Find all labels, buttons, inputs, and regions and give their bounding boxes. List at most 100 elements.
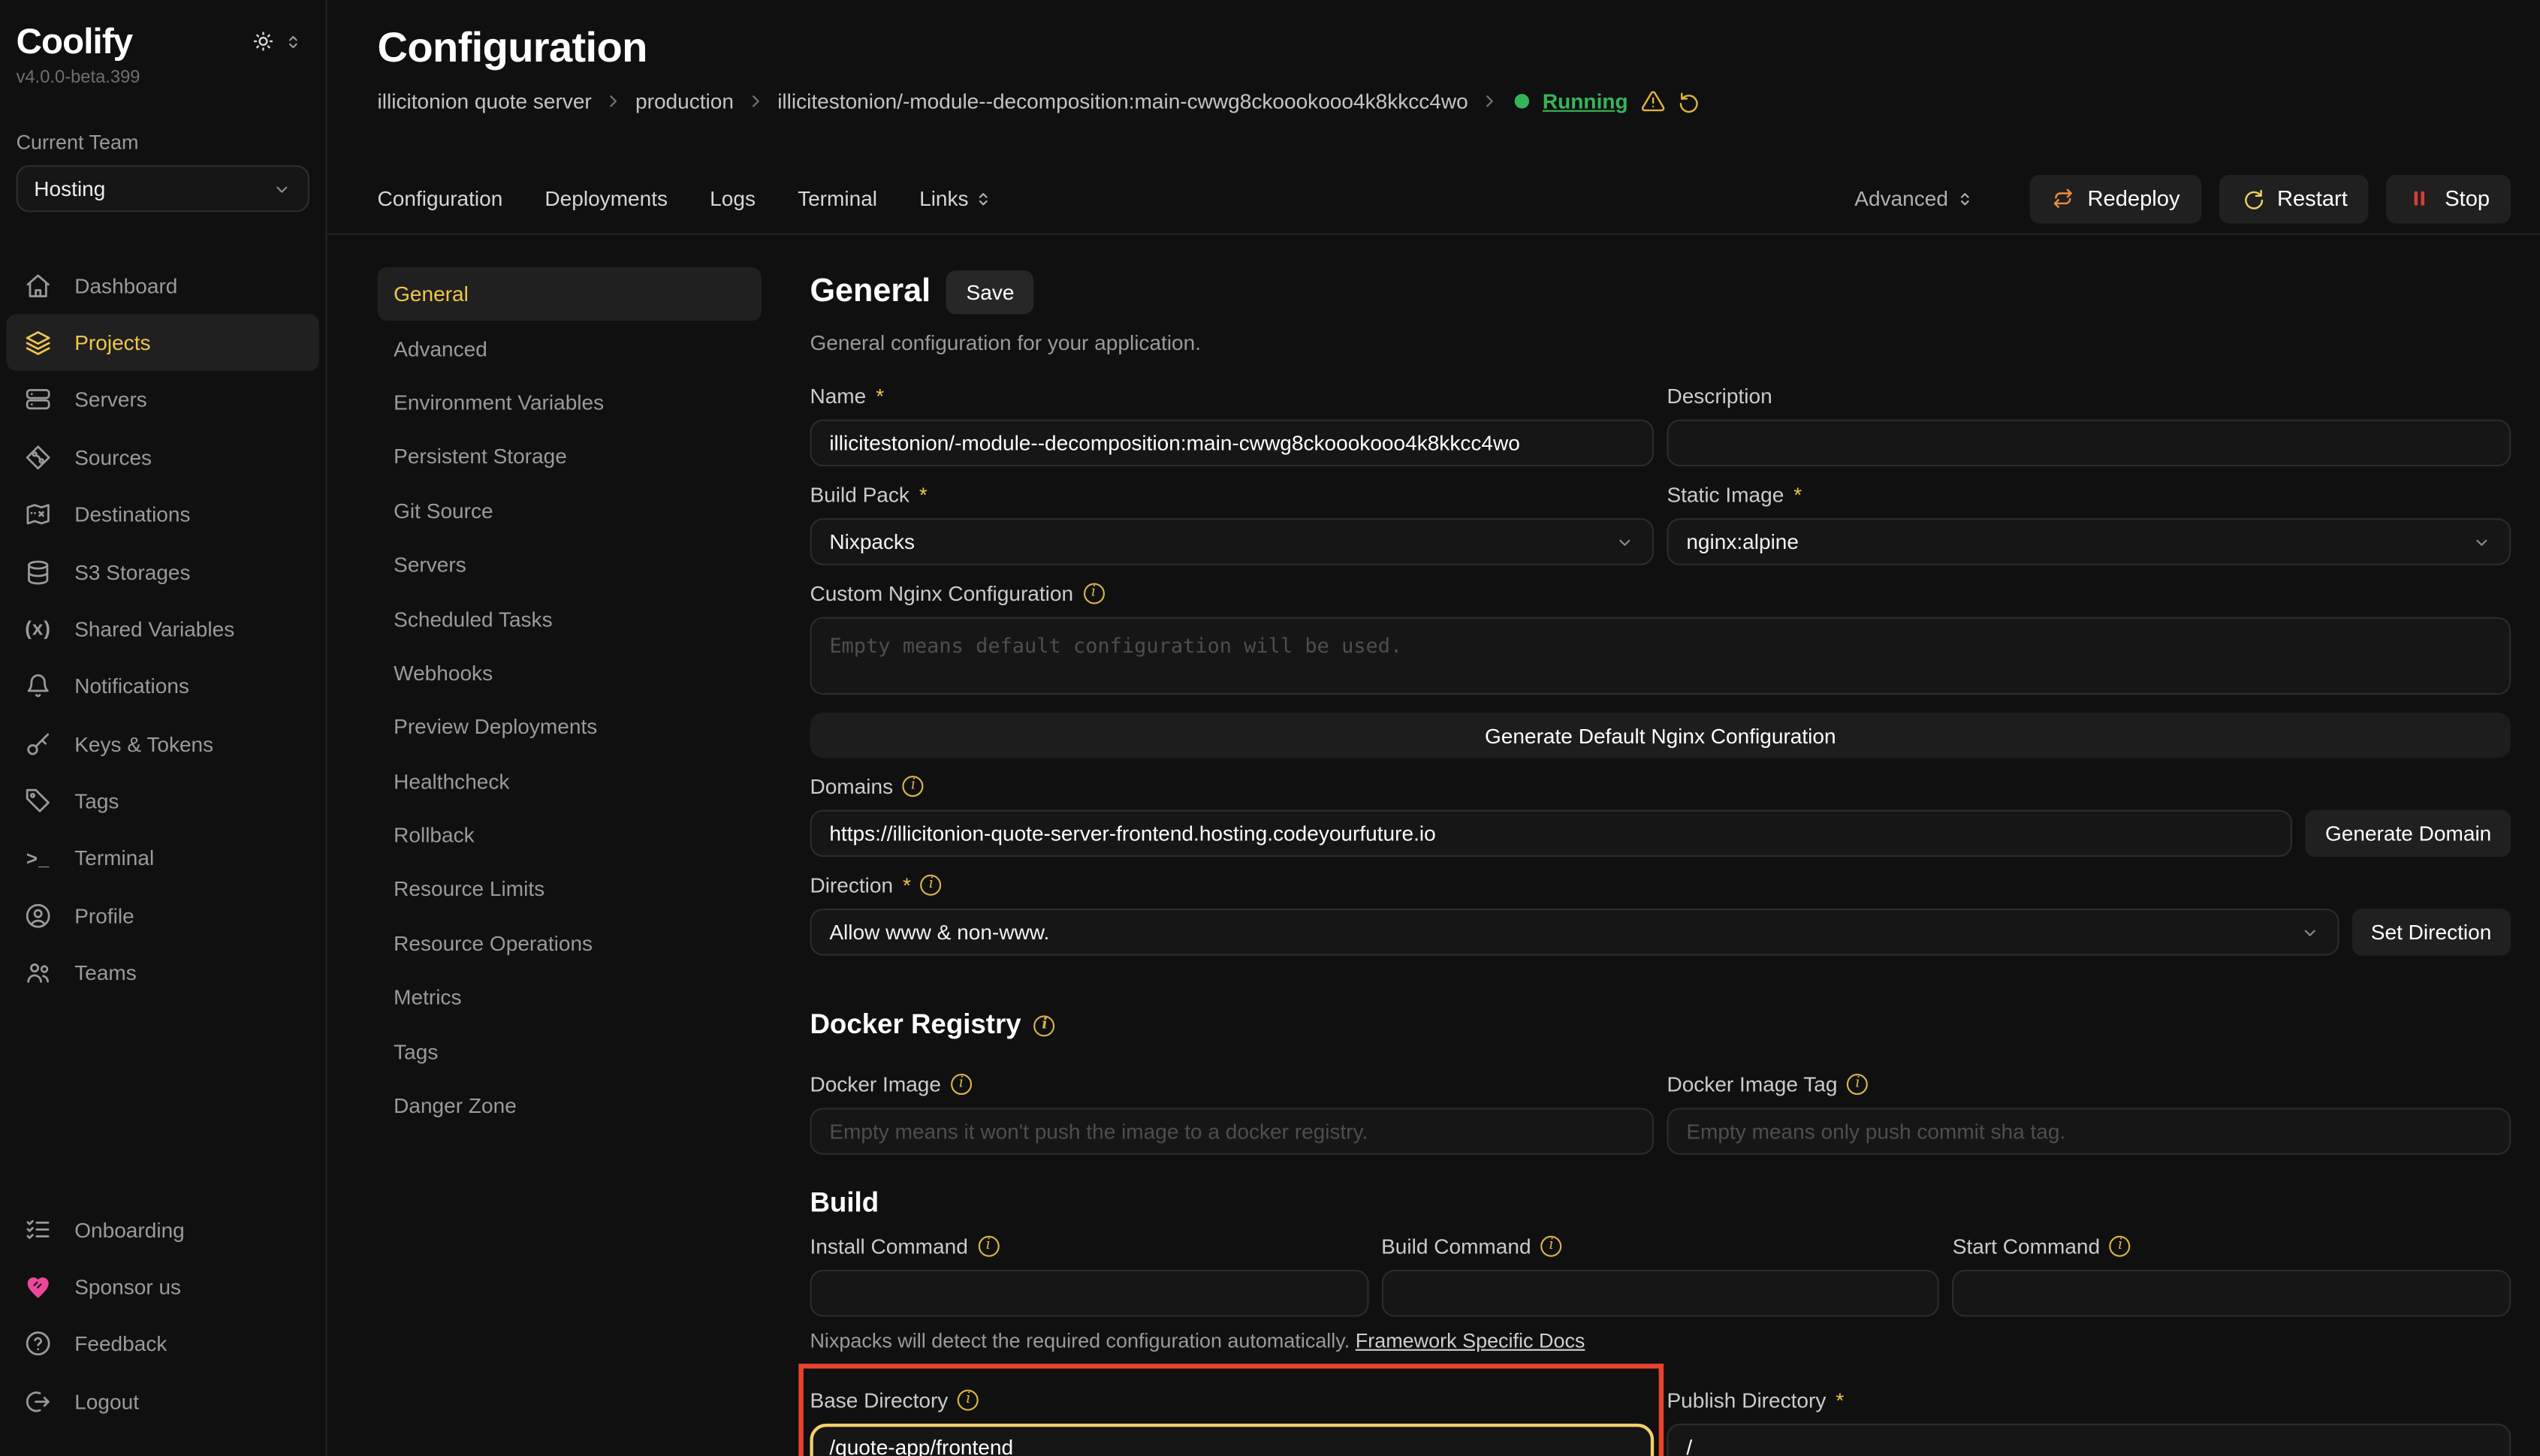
build-command-input[interactable] <box>1381 1270 1939 1317</box>
sidebar-item-dashboard[interactable]: Dashboard <box>7 257 319 314</box>
info-icon <box>1541 1236 1562 1257</box>
status-running-link[interactable]: Running <box>1543 89 1628 113</box>
base-directory-label: Base Directory <box>810 1388 948 1412</box>
subnav-item-label: General <box>394 282 469 306</box>
subnav-item-general[interactable]: General <box>378 267 762 321</box>
sidebar-item-notifications[interactable]: Notifications <box>7 658 319 715</box>
sidebar-item-keys-tokens[interactable]: Keys & Tokens <box>7 715 319 772</box>
docker-image-label: Docker Image <box>810 1072 941 1096</box>
team-select[interactable]: Hosting <box>17 166 309 213</box>
advanced-label: Advanced <box>1854 186 1948 210</box>
subnav-item-preview-deployments[interactable]: Preview Deployments <box>378 700 762 754</box>
subnav-item-tags[interactable]: Tags <box>378 1024 762 1078</box>
advanced-menu[interactable]: Advanced <box>1854 186 1974 210</box>
subnav-item-danger-zone[interactable]: Danger Zone <box>378 1078 762 1132</box>
start-command-input[interactable] <box>1953 1270 2511 1317</box>
build-pack-select[interactable]: Nixpacks <box>810 518 1654 565</box>
section-subtitle: General configuration for your applicati… <box>810 330 2511 354</box>
restart-button[interactable]: Restart <box>2219 174 2369 223</box>
subnav-item-servers[interactable]: Servers <box>378 538 762 592</box>
home-icon <box>24 271 52 299</box>
chevrons-up-down-icon <box>1955 188 1974 208</box>
subnav-item-label: Metrics <box>394 985 461 1009</box>
base-directory-input[interactable] <box>810 1424 1654 1456</box>
restart-icon <box>2240 186 2264 210</box>
subnav-item-webhooks[interactable]: Webhooks <box>378 646 762 700</box>
sidebar: Coolify v4.0.0-beta.399 Current Team Hos… <box>0 0 327 1456</box>
generate-domain-button[interactable]: Generate Domain <box>2306 809 2511 857</box>
warning-icon[interactable] <box>1641 89 1665 113</box>
theme-sun-icon[interactable] <box>251 29 275 53</box>
sidebar-item-label: Dashboard <box>74 273 177 297</box>
nginx-config-textarea[interactable] <box>810 617 2511 695</box>
sidebar-item-onboarding[interactable]: Onboarding <box>7 1201 319 1258</box>
sidebar-item-sponsor-us[interactable]: Sponsor us <box>7 1259 319 1316</box>
description-input[interactable] <box>1667 420 2511 467</box>
breadcrumb-item[interactable]: illicitonion quote server <box>378 89 592 113</box>
sidebar-item-servers[interactable]: Servers <box>7 371 319 428</box>
subnav-item-metrics[interactable]: Metrics <box>378 970 762 1024</box>
publish-directory-input[interactable] <box>1667 1424 2511 1456</box>
static-image-select[interactable]: nginx:alpine <box>1667 518 2511 565</box>
subnav-item-resource-limits[interactable]: Resource Limits <box>378 862 762 916</box>
tag-icon <box>24 787 52 815</box>
breadcrumb-item[interactable]: production <box>635 89 734 113</box>
subnav-item-healthcheck[interactable]: Healthcheck <box>378 754 762 808</box>
subnav-item-environment-variables[interactable]: Environment Variables <box>378 375 762 430</box>
subnav-item-label: Rollback <box>394 823 475 847</box>
docker-image-tag-input[interactable] <box>1667 1108 2511 1155</box>
sidebar-item-profile[interactable]: Profile <box>7 887 319 944</box>
chevron-down-icon <box>272 179 291 199</box>
required-asterisk: * <box>876 384 884 408</box>
chevron-down-icon <box>2300 922 2319 942</box>
sidebar-item-logout[interactable]: Logout <box>7 1373 319 1430</box>
sidebar-item-shared-variables[interactable]: (x)Shared Variables <box>7 601 319 658</box>
breadcrumb-item[interactable]: illicitestonion/-module--decomposition:m… <box>777 89 1468 113</box>
tab-deployments[interactable]: Deployments <box>545 186 668 210</box>
framework-docs-link[interactable]: Framework Specific Docs <box>1356 1330 1585 1352</box>
sidebar-item-teams[interactable]: Teams <box>7 945 319 1002</box>
save-button[interactable]: Save <box>947 270 1034 314</box>
stop-button[interactable]: Stop <box>2387 174 2511 223</box>
subnav-item-resource-operations[interactable]: Resource Operations <box>378 916 762 970</box>
sidebar-item-label: Sources <box>74 445 152 469</box>
team-select-value: Hosting <box>34 177 105 201</box>
subnav-item-advanced[interactable]: Advanced <box>378 321 762 375</box>
set-direction-button[interactable]: Set Direction <box>2351 909 2511 956</box>
tab-logs[interactable]: Logs <box>710 186 756 210</box>
info-icon <box>903 776 924 797</box>
chevron-down-icon <box>1615 532 1634 552</box>
sidebar-item-destinations[interactable]: Destinations <box>7 486 319 543</box>
sidebar-item-feedback[interactable]: Feedback <box>7 1316 319 1373</box>
sidebar-item-tags[interactable]: Tags <box>7 773 319 830</box>
direction-select[interactable]: Allow www & non-www. <box>810 909 2338 956</box>
redeploy-button[interactable]: Redeploy <box>2029 174 2201 223</box>
required-asterisk: * <box>903 873 911 897</box>
name-input[interactable] <box>810 420 1654 467</box>
subnav-item-scheduled-tasks[interactable]: Scheduled Tasks <box>378 592 762 646</box>
generate-nginx-button[interactable]: Generate Default Nginx Configuration <box>810 713 2511 758</box>
tab-terminal[interactable]: Terminal <box>798 186 877 210</box>
tab-links[interactable]: Links <box>919 186 993 210</box>
sidebar-item-terminal[interactable]: >_Terminal <box>7 830 319 887</box>
domains-input[interactable] <box>810 809 2292 857</box>
subnav-item-persistent-storage[interactable]: Persistent Storage <box>378 430 762 484</box>
subnav-item-label: Git Source <box>394 499 493 523</box>
sidebar-item-projects[interactable]: Projects <box>7 314 319 371</box>
subnav-item-rollback[interactable]: Rollback <box>378 808 762 862</box>
subnav-item-git-source[interactable]: Git Source <box>378 484 762 538</box>
install-command-input[interactable] <box>810 1270 1368 1317</box>
sidebar-item-label: Notifications <box>74 674 189 698</box>
sidebar-item-label: Keys & Tokens <box>74 731 213 755</box>
subnav-item-label: Persistent Storage <box>394 445 567 469</box>
reload-icon[interactable] <box>1679 89 1703 113</box>
sidebar-item-s3-storages[interactable]: S3 Storages <box>7 543 319 600</box>
direction-value: Allow www & non-www. <box>829 920 1049 944</box>
subnav-item-label: Tags <box>394 1039 438 1063</box>
tab-configuration[interactable]: Configuration <box>378 186 503 210</box>
docker-image-input[interactable] <box>810 1108 1654 1155</box>
sidebar-item-label: Projects <box>74 330 150 354</box>
sidebar-item-sources[interactable]: Sources <box>7 429 319 486</box>
theme-chevrons-up-down-icon[interactable] <box>283 32 303 51</box>
chevron-down-icon <box>2472 532 2491 552</box>
